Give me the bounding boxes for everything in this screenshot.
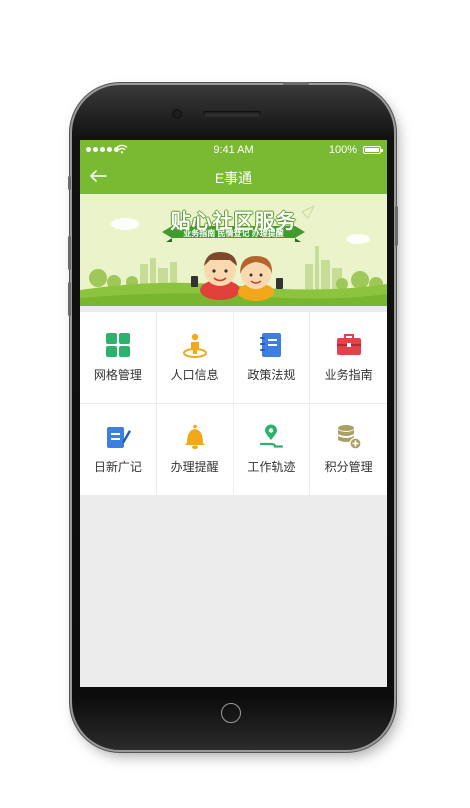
grid-item-label: 业务指南 xyxy=(324,368,373,382)
person-location-icon xyxy=(182,333,207,358)
grid-item-label: 日新广记 xyxy=(93,460,142,474)
grid-item-business-guide[interactable]: 业务指南 xyxy=(310,312,387,404)
grid-item-points-management[interactable]: 积分管理 xyxy=(310,404,387,496)
grid-icon xyxy=(105,333,130,357)
bell-icon xyxy=(184,424,205,449)
grid-item-population-info[interactable]: 人口信息 xyxy=(156,312,234,404)
front-camera xyxy=(172,109,182,119)
grid-item-handling-reminders[interactable]: 办理提醒 xyxy=(156,404,234,496)
app-screen: 9:41 AM 100% E事通 贴心社区服务 业务指南 民情登记 办理提醒 网… xyxy=(80,140,387,687)
battery-percent: 100% xyxy=(328,144,357,156)
grid-item-label: 办理提醒 xyxy=(170,460,219,474)
phone-power-button xyxy=(395,206,398,246)
page-title: E事通 xyxy=(214,170,253,186)
community-service-banner[interactable]: 贴心社区服务 业务指南 民情登记 办理提醒 xyxy=(80,194,387,306)
coin-stack-icon xyxy=(337,425,362,450)
phone-volume-down-button xyxy=(68,282,71,316)
home-button[interactable] xyxy=(221,703,241,723)
battery-icon xyxy=(363,146,383,154)
grid-item-label: 网格管理 xyxy=(93,368,142,382)
nav-bar: E事通 xyxy=(80,160,387,194)
phone-top-button xyxy=(283,82,309,85)
feature-grid: 网格管理 人口信息 政策法规 业务指南 日新广记 办理提醒 工作轨迹 积分管理 xyxy=(80,312,387,496)
grid-item-label: 人口信息 xyxy=(170,368,219,382)
grid-item-network-management[interactable]: 网格管理 xyxy=(80,312,157,404)
route-pin-icon xyxy=(260,424,284,448)
grid-item-policies-regulations[interactable]: 政策法规 xyxy=(233,312,311,404)
grid-item-daily-records[interactable]: 日新广记 xyxy=(80,404,157,496)
phone-volume-up-button xyxy=(68,236,71,270)
phone-side-button-top xyxy=(68,176,71,190)
banner-ribbon-text: 业务指南 民情登记 办理提醒 xyxy=(183,229,284,238)
grid-item-label: 工作轨迹 xyxy=(247,460,296,474)
clipboard-pen-icon xyxy=(106,427,131,448)
briefcase-icon xyxy=(336,334,361,355)
notebook-icon xyxy=(260,333,282,357)
grid-item-label: 政策法规 xyxy=(247,368,296,382)
earpiece-speaker xyxy=(203,111,261,117)
status-bar: 9:41 AM 100% xyxy=(80,140,387,160)
grid-item-label: 积分管理 xyxy=(324,460,373,474)
grid-item-work-track[interactable]: 工作轨迹 xyxy=(233,404,311,496)
